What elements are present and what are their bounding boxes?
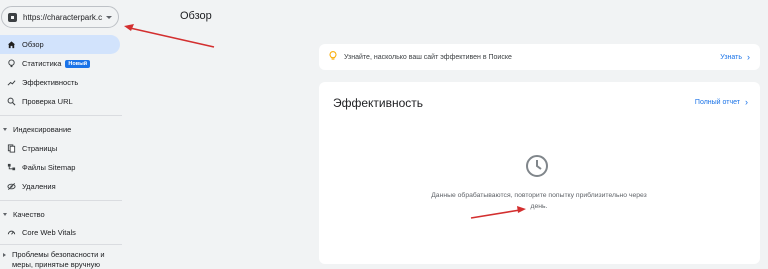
new-badge: Новый: [65, 59, 91, 68]
full-report-label: Полный отчет: [694, 98, 740, 106]
sidebar-item-label: Core Web Vitals: [22, 228, 76, 237]
section-indexing[interactable]: Индексирование: [0, 121, 120, 137]
full-report-link[interactable]: Полный отчет ›: [695, 97, 748, 107]
sitemap-icon: [6, 163, 16, 173]
home-icon: [6, 40, 16, 50]
search-icon: [6, 97, 16, 107]
chevron-right-icon: ›: [747, 52, 750, 62]
section-quality[interactable]: Качество: [0, 206, 120, 222]
sidebar-item-performance[interactable]: Эффективность: [0, 73, 120, 92]
sidebar-divider: [0, 115, 122, 116]
sidebar-divider: [0, 200, 122, 201]
expand-icon: [3, 127, 7, 131]
sidebar-item-overview[interactable]: Обзор: [0, 35, 120, 54]
sidebar-item-sitemaps[interactable]: Файлы Sitemap: [0, 158, 120, 177]
property-selector[interactable]: https://characterpark.c...: [1, 6, 119, 28]
sidebar-divider: [0, 244, 122, 245]
search-console-app: https://characterpark.c... Обзор Статист…: [0, 0, 768, 269]
sidebar-item-removals[interactable]: Удаления: [0, 177, 120, 196]
expand-icon: [3, 212, 7, 216]
section-label-line2: меры, принятые вручную: [12, 260, 101, 269]
processing-message-line2: день.: [530, 203, 548, 210]
removals-icon: [6, 182, 16, 192]
processing-message: Данные обрабатываются, повторите попытку…: [389, 190, 689, 212]
sidebar-item-label: Обзор: [22, 40, 44, 49]
processing-message-line1: Данные обрабатываются, повторите попытку…: [431, 192, 647, 199]
page-title: Обзор: [180, 10, 212, 22]
sidebar-item-pages[interactable]: Страницы: [0, 139, 120, 158]
sidebar-item-core-web-vitals[interactable]: Core Web Vitals: [0, 223, 120, 242]
lightbulb-icon: [329, 51, 337, 63]
learn-link-label: Узнать: [720, 53, 742, 61]
gauge-icon: [6, 228, 16, 238]
clock-icon: [526, 155, 548, 177]
section-label: Качество: [13, 209, 45, 219]
tip-text: Узнайте, насколько ваш сайт эффективен в…: [344, 53, 512, 61]
search-insights-icon: [6, 59, 16, 69]
chevron-down-icon: [106, 15, 112, 19]
sidebar: https://characterpark.c... Обзор Статист…: [0, 0, 122, 269]
section-security[interactable]: Проблемы безопасности и меры, принятые в…: [0, 247, 120, 269]
annotation-arrowhead: [124, 24, 134, 31]
collapse-icon: [3, 253, 6, 257]
sidebar-item-label: Страницы: [22, 144, 58, 153]
sidebar-item-url-inspection[interactable]: Проверка URL: [0, 92, 120, 111]
performance-card: Эффективность Полный отчет › Данные обра…: [319, 82, 760, 264]
sidebar-item-label: Статистика: [22, 59, 62, 68]
section-label: Проблемы безопасности и меры, принятые в…: [12, 250, 105, 269]
site-favicon-icon: [8, 12, 17, 22]
trending-icon: [6, 78, 16, 88]
sidebar-item-insights[interactable]: Статистика Новый: [0, 54, 120, 73]
pages-icon: [6, 144, 16, 154]
sidebar-item-label: Проверка URL: [22, 97, 73, 106]
section-label: Индексирование: [13, 124, 72, 134]
annotation-arrow-line: [129, 27, 215, 48]
learn-link[interactable]: Узнать ›: [720, 52, 750, 62]
property-url: https://characterpark.c...: [23, 12, 102, 22]
sidebar-item-label: Файлы Sitemap: [22, 163, 76, 172]
sidebar-item-label: Эффективность: [22, 78, 79, 87]
chevron-right-icon: ›: [745, 97, 748, 107]
performance-title: Эффективность: [333, 96, 424, 110]
section-label-line1: Проблемы безопасности и: [12, 250, 105, 259]
sidebar-item-label: Удаления: [22, 182, 56, 191]
tip-card: Узнайте, насколько ваш сайт эффективен в…: [319, 44, 760, 70]
